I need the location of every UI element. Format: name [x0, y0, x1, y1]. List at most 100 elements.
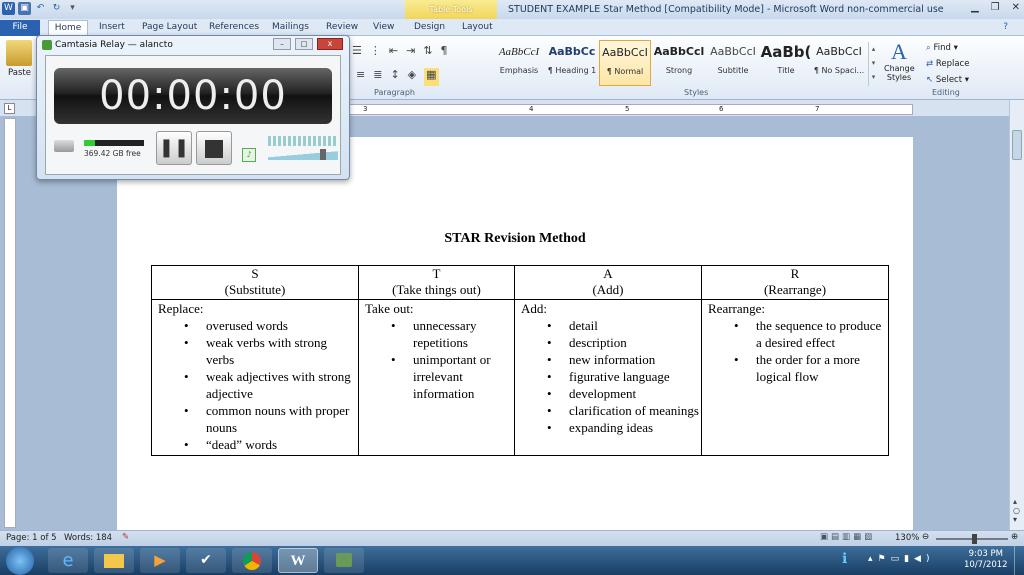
stop-button[interactable]	[196, 131, 232, 165]
save-icon[interactable]: ▣	[18, 2, 31, 15]
tab-view[interactable]: View	[373, 21, 394, 36]
system-tray-icons[interactable]: ▴⚑▭▮◀)	[868, 554, 934, 564]
customize-qat-icon[interactable]: ▾	[66, 2, 79, 15]
microphone-icon[interactable]: ♪	[242, 148, 256, 162]
zoom-out-icon[interactable]: ⊖	[922, 532, 929, 542]
page-count[interactable]: Page: 1 of 5	[6, 533, 57, 543]
tab-design[interactable]: Design	[414, 21, 445, 36]
tab-selector-icon[interactable]: L	[4, 103, 15, 114]
minimize-icon[interactable]: ▁	[971, 2, 979, 13]
tab-page-layout[interactable]: Page Layout	[142, 21, 197, 36]
table-header-cell[interactable]: R (Rearrange)	[701, 265, 889, 300]
table-header-cell[interactable]: S (Substitute)	[151, 265, 359, 300]
table-header-cell[interactable]: T (Take things out)	[358, 265, 515, 300]
line-spacing-icon[interactable]: ↕	[390, 68, 399, 86]
numbered-list-icon[interactable]: ☰	[352, 44, 362, 62]
find-button[interactable]: ⌕ Find ▾	[926, 40, 969, 56]
pause-button[interactable]: ❚❚	[156, 131, 192, 165]
tab-home[interactable]: Home	[48, 20, 88, 36]
undo-icon[interactable]: ↶	[34, 2, 47, 15]
paste-icon[interactable]	[6, 40, 32, 66]
disk-free-text: 369.42 GB free	[84, 149, 141, 158]
redo-icon[interactable]: ↻	[50, 2, 63, 15]
select-button[interactable]: ↖ Select ▾	[926, 72, 969, 88]
camtasia-relay-window[interactable]: Camtasia Relay — alancto – □ x 00:00:00 …	[36, 35, 350, 180]
styles-scroll[interactable]: ▴ ▾ ▾	[868, 42, 878, 86]
list-item: overused words	[158, 317, 358, 334]
borders-icon[interactable]: ▦	[424, 68, 439, 86]
style-emphasis[interactable]: AaBbCcI Emphasis	[493, 40, 545, 86]
style-preview: AaBbCcI	[816, 45, 862, 58]
tab-file[interactable]: File	[0, 20, 40, 36]
zoom-level[interactable]: 130%	[895, 533, 919, 543]
justify-icon[interactable]: ≣	[373, 68, 382, 86]
show-formatting-icon[interactable]: ¶	[441, 44, 448, 62]
help-tray-icon[interactable]: ℹ	[842, 551, 847, 567]
editing-group: ⌕ Find ▾ ⇄ Replace ↖ Select ▾	[926, 40, 969, 88]
zoom-slider[interactable]	[936, 534, 1008, 544]
list-item: detail	[521, 317, 701, 334]
system-clock[interactable]: 9:03 PM 10/7/2012	[964, 549, 1008, 571]
media-player-icon[interactable]: ▶	[140, 548, 180, 573]
proofing-icon[interactable]: ✎	[122, 532, 129, 542]
recording-timer: 00:00:00	[54, 68, 332, 124]
start-button-icon[interactable]	[6, 547, 34, 575]
zoom-in-icon[interactable]: ⊕	[1011, 532, 1018, 542]
restore-icon[interactable]: ❐	[991, 2, 1000, 13]
internet-explorer-icon[interactable]: e	[48, 548, 88, 573]
increase-indent-icon[interactable]: ⇥	[406, 44, 415, 62]
volume-slider[interactable]	[268, 149, 338, 160]
style-title[interactable]: AaBb( Title	[760, 40, 812, 86]
vertical-scrollbar[interactable]: ▴ ○ ▾	[1009, 100, 1024, 530]
camtasia-title: Camtasia Relay — alancto	[55, 40, 173, 50]
multilevel-list-icon[interactable]: ⋮	[370, 44, 381, 62]
close-icon[interactable]: x	[317, 38, 343, 50]
shading-icon[interactable]: ◈	[408, 68, 416, 86]
style-normal[interactable]: AaBbCcI ¶ Normal	[599, 40, 651, 86]
table-header-cell[interactable]: A (Add)	[514, 265, 702, 300]
minimize-icon[interactable]: –	[273, 38, 291, 50]
style-strong[interactable]: AaBbCcl Strong	[653, 40, 705, 86]
sort-icon[interactable]: ⇅	[423, 44, 432, 62]
camtasia-taskbar-icon[interactable]	[324, 548, 364, 573]
vertical-ruler[interactable]	[4, 118, 16, 528]
decrease-indent-icon[interactable]: ⇤	[389, 44, 398, 62]
document-page[interactable]: STAR Revision Method S (Substitute) T (T…	[117, 137, 913, 530]
tasks-app-icon[interactable]: ✔	[186, 548, 226, 573]
align-right-icon[interactable]: ≡	[356, 68, 365, 86]
table-cell[interactable]: Rearrange: the sequence to produce a des…	[701, 299, 889, 456]
zoom-slider-handle[interactable]	[972, 534, 977, 544]
style-heading-1[interactable]: AaBbCc ¶ Heading 1	[546, 40, 598, 86]
style-no-spacing[interactable]: AaBbCcI ¶ No Spaci...	[813, 40, 865, 86]
tab-review[interactable]: Review	[326, 21, 358, 36]
table-cell[interactable]: Take out: unnecessary repetitions unimpo…	[358, 299, 515, 456]
maximize-icon[interactable]: □	[295, 38, 313, 50]
scrollbar-thumb[interactable]	[1012, 130, 1022, 160]
tab-insert[interactable]: Insert	[99, 21, 125, 36]
table-cell[interactable]: Replace: overused words weak verbs with …	[151, 299, 359, 456]
replace-button[interactable]: ⇄ Replace	[926, 56, 969, 72]
table-cell[interactable]: Add: detail description new information …	[514, 299, 702, 456]
volume-slider-handle[interactable]	[320, 149, 326, 160]
style-subtitle[interactable]: AaBbCcI Subtitle	[707, 40, 759, 86]
chrome-icon[interactable]	[232, 548, 272, 573]
help-icon[interactable]: ?	[1003, 22, 1008, 32]
list-item: description	[521, 334, 701, 351]
tab-mailings[interactable]: Mailings	[272, 21, 309, 36]
tab-references[interactable]: References	[209, 21, 259, 36]
page-nav-icon[interactable]: ▴ ○ ▾	[1013, 497, 1020, 524]
word-taskbar-icon[interactable]: W	[278, 548, 318, 573]
list-item: “dead” words	[158, 436, 358, 453]
close-icon[interactable]: ✕	[1012, 2, 1020, 13]
quick-access-toolbar: W ▣ ↶ ↻ ▾	[2, 2, 79, 15]
tab-layout[interactable]: Layout	[462, 21, 493, 36]
paste-button[interactable]: Paste	[8, 68, 31, 78]
replace-label: Replace	[935, 59, 970, 69]
word-app-icon[interactable]: W	[2, 2, 15, 15]
ruler-number: 4	[529, 105, 534, 113]
show-desktop-button[interactable]	[1014, 546, 1024, 575]
view-buttons-icon[interactable]: ▣▤▥▦▧	[820, 532, 875, 542]
change-styles-button[interactable]: A Change Styles	[884, 40, 915, 83]
word-count[interactable]: Words: 184	[64, 533, 112, 543]
file-explorer-icon[interactable]	[94, 548, 134, 573]
